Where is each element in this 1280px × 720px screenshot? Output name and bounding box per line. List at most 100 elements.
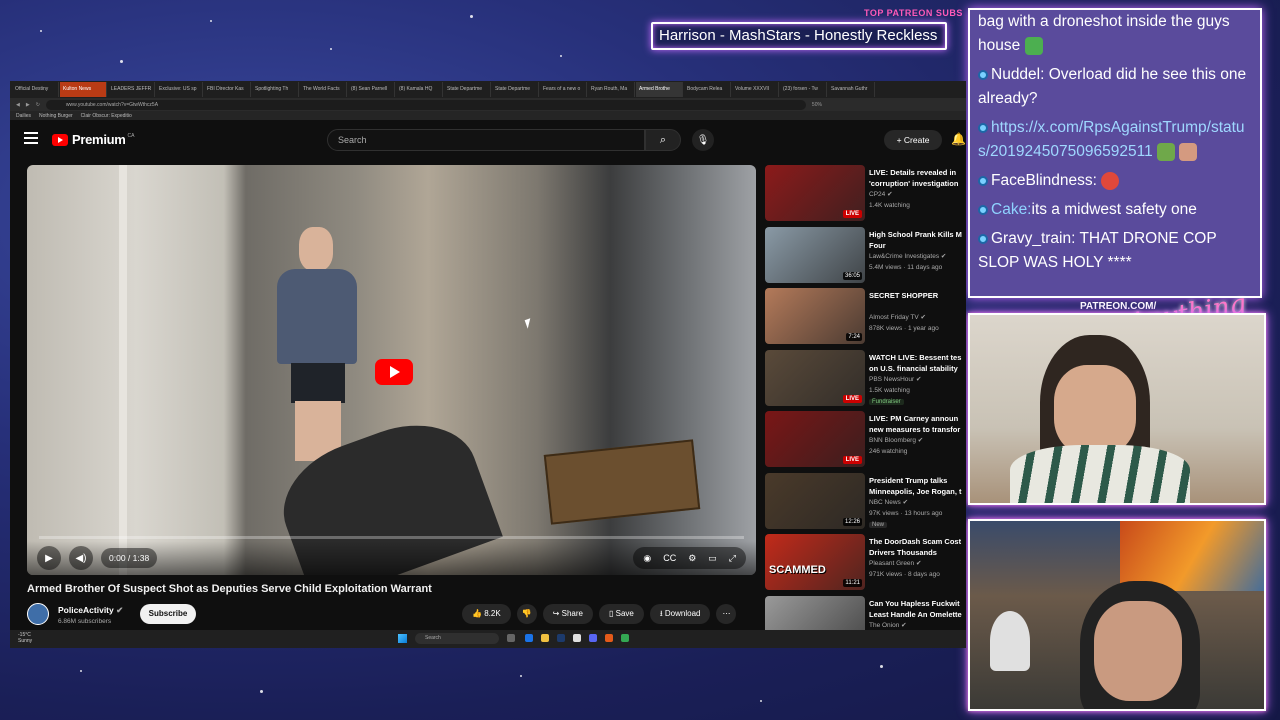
url-input[interactable]: www.youtube.com/watch?v=GtwWthcz5A xyxy=(45,99,806,110)
hamburger-menu-icon[interactable] xyxy=(24,132,38,144)
chat-link[interactable]: https://x.com/RpsAgainstTrump/status/201… xyxy=(978,119,1245,160)
youtube-logo[interactable]: Premium CA xyxy=(52,132,134,147)
autoplay-toggle-icon[interactable]: ◉ xyxy=(643,553,651,564)
suggested-video-title[interactable]: LIVE: PM Carney announ new measures to t… xyxy=(869,413,965,435)
video-thumbnail[interactable]: LIVE xyxy=(765,349,865,406)
browser-tab[interactable]: Spotlighting Th xyxy=(252,82,299,97)
download-icon: ⭳ xyxy=(659,609,663,618)
verified-check-icon: ✔ xyxy=(920,314,926,321)
browser-tab[interactable]: Savannah Guthr xyxy=(828,82,875,97)
suggested-video-title[interactable]: LIVE: Details revealed in 'corruption' i… xyxy=(869,167,965,189)
suggested-video-title[interactable]: High School Prank Kills M Four xyxy=(869,229,965,251)
firefox-icon[interactable] xyxy=(605,634,613,642)
face xyxy=(1094,601,1182,701)
chat-panel: bag with a droneshot inside the guys hou… xyxy=(968,8,1262,298)
browser-tab[interactable]: Bodycam Relea xyxy=(684,82,731,97)
browser-tab[interactable]: Armed Brothe xyxy=(636,82,683,97)
browser-tab[interactable]: Ryan Routh, Ma xyxy=(588,82,635,97)
play-icon[interactable]: ▶ xyxy=(37,546,61,570)
video-thumbnail[interactable]: SCAMMED 11:21 xyxy=(765,534,865,590)
browser-tab[interactable]: State Departme xyxy=(492,82,539,97)
chat-username: Cake: xyxy=(991,201,1032,218)
channel-name[interactable]: PoliceActivity ✔ xyxy=(58,605,123,616)
windows-start-icon[interactable] xyxy=(398,634,407,643)
save-button[interactable]: ▯ Save xyxy=(598,604,644,624)
file-explorer-icon[interactable] xyxy=(541,634,549,642)
browser-tab[interactable]: (23) forsen - Tw xyxy=(780,82,827,97)
bookmark-item[interactable]: Clair Obscur: Expeditio xyxy=(81,113,132,119)
browser-tab[interactable]: State Departme xyxy=(444,82,491,97)
video-thumbnail[interactable]: 12:26 xyxy=(765,472,865,529)
download-label: Download xyxy=(664,609,701,618)
browser-tab[interactable]: The World Facts xyxy=(300,82,347,97)
bookmark-item[interactable]: Dailies xyxy=(16,113,31,119)
back-icon[interactable]: ◀ xyxy=(16,102,20,108)
video-thumbnail[interactable]: LIVE xyxy=(765,411,865,467)
suggested-video[interactable]: 7:24 SECRET SHOPPER Almost Friday TV ✔ 8… xyxy=(765,288,965,349)
suggested-channel: The Onion ✔ xyxy=(869,621,907,629)
suggested-meta: 246 watching xyxy=(869,448,908,455)
like-button[interactable]: 👍 8.2K xyxy=(462,604,511,624)
search-icon[interactable]: ⌕ xyxy=(645,129,681,151)
theater-mode-icon[interactable]: ▭ xyxy=(708,553,717,564)
progress-bar[interactable] xyxy=(39,536,744,539)
captions-icon[interactable]: CC xyxy=(663,553,676,563)
verified-check-icon: ✔ xyxy=(902,498,909,506)
browser-tab[interactable]: Official Destiny xyxy=(12,82,59,97)
suggested-video[interactable]: 36:05 High School Prank Kills M Four Law… xyxy=(765,226,965,288)
subscribe-button[interactable]: Subscribe xyxy=(140,604,196,624)
browser-tab[interactable]: (8) Kamala HQ xyxy=(396,82,443,97)
browser-tab[interactable]: (8) Sean Parnell xyxy=(348,82,395,97)
weather-widget[interactable]: -15°C Sunny xyxy=(18,632,32,644)
more-options-icon[interactable]: ⋯ xyxy=(716,604,737,624)
obs-icon[interactable] xyxy=(573,634,581,642)
search-input[interactable]: Search xyxy=(327,129,645,151)
task-view-icon[interactable] xyxy=(507,634,515,642)
plant-pot xyxy=(990,611,1030,671)
browser-tab[interactable]: Fears of a new o xyxy=(540,82,587,97)
suggested-video[interactable]: LIVE WATCH LIVE: Bessent tes on U.S. fin… xyxy=(765,349,965,411)
volume-icon[interactable]: ◀) xyxy=(69,546,93,570)
live-badge: LIVE xyxy=(842,394,862,403)
browser-tab[interactable]: Kulton News xyxy=(60,82,107,97)
steam-icon[interactable] xyxy=(557,634,565,642)
suggested-video-title[interactable]: The DoorDash Scam Cost Drivers Thousands xyxy=(869,536,965,558)
suggested-video-title[interactable]: President Trump talks Minneapolis, Joe R… xyxy=(869,475,965,497)
chat-badge-icon xyxy=(978,204,988,215)
video-thumbnail[interactable]: 36:05 xyxy=(765,226,865,283)
create-button[interactable]: + Create xyxy=(884,130,942,150)
duration-badge: 12:26 xyxy=(842,517,862,526)
download-button[interactable]: ⭳ Download xyxy=(649,604,711,624)
microphone-icon[interactable]: 🎙 xyxy=(692,129,714,151)
suggested-video[interactable]: SCAMMED 11:21 The DoorDash Scam Cost Driv… xyxy=(765,534,965,595)
suggested-video[interactable]: 12:26 President Trump talks Minneapolis,… xyxy=(765,472,965,534)
settings-gear-icon[interactable]: ⚙ xyxy=(688,553,696,564)
suggested-video[interactable]: LIVE LIVE: Details revealed in 'corrupti… xyxy=(765,165,965,226)
browser-tab[interactable]: Volume XXXVII xyxy=(732,82,779,97)
share-button[interactable]: ↪ Share xyxy=(542,604,593,624)
fullscreen-icon[interactable]: ⤢ xyxy=(729,553,736,564)
suggested-video-title[interactable]: WATCH LIVE: Bessent tes on U.S. financia… xyxy=(869,352,965,374)
chrome-icon[interactable] xyxy=(621,634,629,642)
browser-tab[interactable]: LEADERS JEFFR xyxy=(108,82,155,97)
suggested-video-title[interactable]: SECRET SHOPPER xyxy=(869,290,965,301)
discord-icon[interactable] xyxy=(589,634,597,642)
browser-tab[interactable]: Exclusive: US sp xyxy=(156,82,203,97)
browser-tab[interactable]: FBI Director Kas xyxy=(204,82,251,97)
center-play-icon[interactable] xyxy=(375,359,413,385)
weather-desc: Sunny xyxy=(18,638,33,644)
suggested-video[interactable]: LIVE LIVE: PM Carney announ new measures… xyxy=(765,411,965,472)
video-thumbnail[interactable]: 7:24 xyxy=(765,288,865,344)
channel-avatar[interactable] xyxy=(27,603,49,625)
suggested-video-title[interactable]: Can You Hapless Fuckwit Least Handle An … xyxy=(869,598,965,620)
zoom-level[interactable]: 50% xyxy=(812,102,822,108)
reload-icon[interactable]: ↻ xyxy=(36,102,40,108)
edge-icon[interactable] xyxy=(525,634,533,642)
dislike-button[interactable]: 👎 xyxy=(516,604,537,624)
notifications-bell-icon[interactable]: 🔔 xyxy=(951,132,966,146)
video-player[interactable]: ▶ ◀) 0:00 / 1:38 ◉ CC ⚙ ▭ ⤢ xyxy=(27,165,756,575)
taskbar-search-input[interactable]: Search xyxy=(415,633,499,644)
video-thumbnail[interactable]: LIVE xyxy=(765,165,865,221)
forward-icon[interactable]: ▶ xyxy=(26,102,30,108)
bookmark-item[interactable]: Nothing Burger xyxy=(39,113,73,119)
